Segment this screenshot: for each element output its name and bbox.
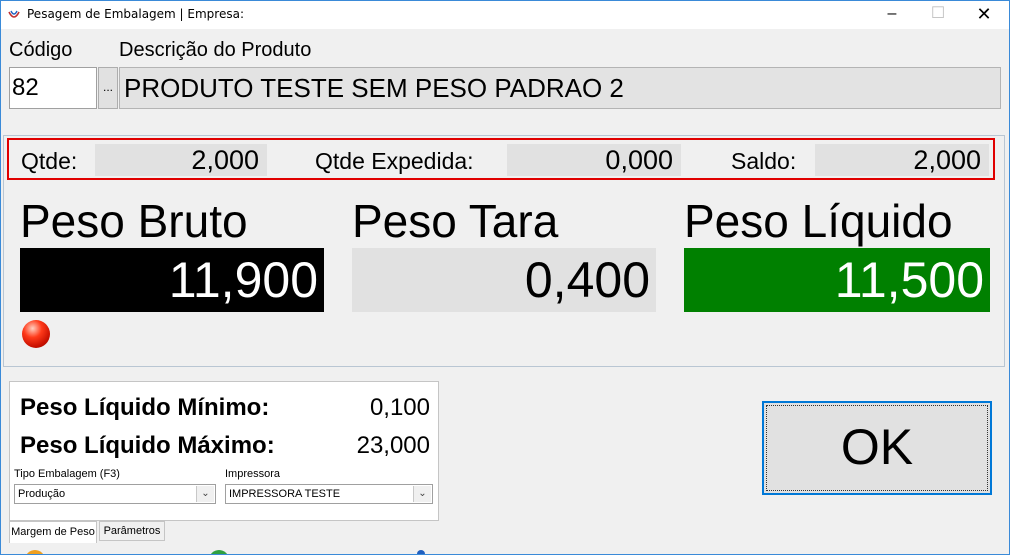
tab-parametros[interactable]: Parâmetros [99, 521, 165, 541]
peso-minimo-value: 0,100 [369, 394, 430, 421]
qtde-expedida-value: 0,000 [507, 144, 681, 176]
peso-bruto-label: Peso Bruto [20, 195, 248, 247]
descricao-label: Descrição do Produto [119, 39, 312, 61]
weighing-panel: Qtde: 2,000 Qtde Expedida: 0,000 Saldo: … [3, 135, 1005, 367]
saldo-label: Saldo: [731, 148, 797, 174]
saldo-value: 2,000 [815, 144, 989, 176]
status-led-icon [22, 320, 50, 348]
impressora-label: Impressora [225, 468, 281, 480]
peso-maximo-value: 23,000 [356, 432, 430, 459]
close-icon: ✕ [976, 4, 992, 24]
app-window: Pesagem de Embalagem | Empresa: – ☐ ✕ Có… [0, 0, 1010, 555]
ok-button[interactable]: OK [762, 401, 992, 495]
toolbar-blue-icon[interactable] [417, 550, 425, 554]
qtde-label: Qtde: [21, 148, 78, 174]
qtde-expedida-label: Qtde Expedida: [315, 148, 474, 174]
codigo-label: Código [9, 39, 73, 61]
descricao-field: PRODUTO TESTE SEM PESO PADRAO 2 [119, 67, 1001, 109]
maximize-icon: ☐ [930, 5, 946, 22]
impressora-select[interactable]: IMPRESSORA TESTE ⌄ [225, 484, 433, 504]
peso-bruto-display: 11,900 [20, 248, 324, 312]
peso-maximo-label: Peso Líquido Máximo: [20, 432, 275, 459]
quantities-row: Qtde: 2,000 Qtde Expedida: 0,000 Saldo: … [7, 138, 995, 180]
minimize-icon: – [887, 5, 897, 22]
maximize-button[interactable]: ☐ [915, 1, 961, 29]
product-lookup-button[interactable]: ... [98, 67, 118, 109]
peso-liquido-label: Peso Líquido [684, 195, 953, 247]
codigo-input[interactable]: 82 [9, 67, 97, 109]
peso-tara-label: Peso Tara [352, 195, 559, 247]
chevron-down-icon[interactable]: ⌄ [413, 486, 431, 502]
toolbar-orange-icon[interactable] [25, 550, 45, 554]
tab-margem-de-peso[interactable]: Margem de Peso [9, 521, 97, 543]
peso-tara-display: 0,400 [352, 248, 656, 312]
params-panel: Peso Líquido Mínimo: 0,100 Peso Líquido … [9, 381, 439, 521]
impressora-value: IMPRESSORA TESTE [229, 488, 341, 500]
minimize-button[interactable]: – [869, 1, 915, 29]
tipo-embalagem-value: Produção [18, 488, 66, 500]
window-title: Pesagem de Embalagem | Empresa: [27, 7, 244, 21]
peso-liquido-display: 11,500 [684, 248, 990, 312]
client-area: Código Descrição do Produto 82 ... PRODU… [1, 29, 1009, 554]
peso-minimo-label: Peso Líquido Mínimo: [20, 394, 270, 421]
tipo-embalagem-select[interactable]: Produção ⌄ [14, 484, 216, 504]
qtde-value: 2,000 [95, 144, 267, 176]
tipo-embalagem-label: Tipo Embalagem (F3) [14, 468, 120, 480]
title-bar[interactable]: Pesagem de Embalagem | Empresa: – ☐ ✕ [1, 1, 1009, 29]
app-logo-icon [8, 10, 20, 18]
toolbar-green-icon[interactable] [209, 550, 229, 554]
close-button[interactable]: ✕ [961, 1, 1007, 29]
chevron-down-icon[interactable]: ⌄ [196, 486, 214, 502]
bottom-toolbar [1, 548, 1009, 554]
